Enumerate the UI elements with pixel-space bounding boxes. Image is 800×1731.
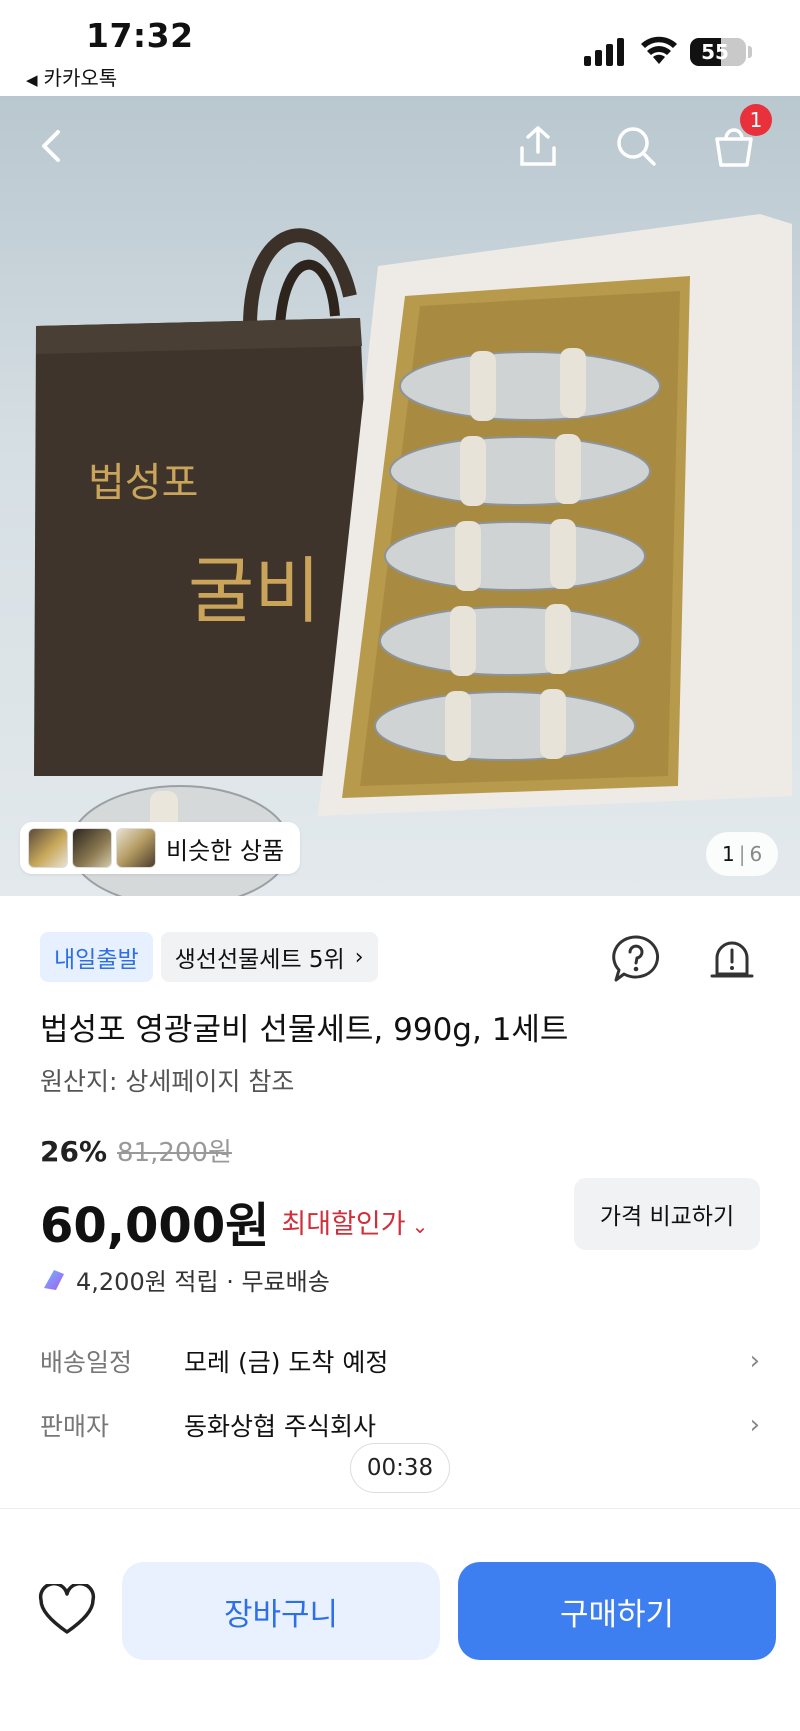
cart-count-badge: 1 — [740, 104, 772, 136]
original-price: 81,200원 — [117, 1138, 232, 1168]
max-discount-dropdown[interactable]: 최대할인가 ⌄ — [281, 1202, 428, 1241]
timer-badge: 00:38 — [350, 1443, 450, 1493]
wishlist-heart-icon[interactable] — [38, 1584, 96, 1636]
back-to-app-link[interactable]: ◀ 카카오톡 — [26, 62, 117, 91]
chevron-right-icon: › — [749, 1410, 760, 1440]
seller-key: 판매자 — [40, 1412, 110, 1441]
badge-row: 내일출발 생선선물세트 5위 › — [40, 932, 378, 982]
points-shipping-info: 4,200원 적립 · 무료배송 — [40, 1262, 330, 1297]
chevron-right-icon: › — [354, 944, 364, 970]
pager-separator: | — [738, 842, 746, 866]
compare-price-button[interactable]: 가격 비교하기 — [574, 1178, 760, 1250]
similar-thumb — [28, 828, 68, 868]
share-button[interactable] — [508, 116, 568, 176]
product-title: 법성포 영광굴비 선물세트, 990g, 1세트 — [40, 1012, 569, 1048]
delivery-schedule-value: 모레 (금) 도착 예정 — [184, 1348, 389, 1377]
origin-text: 원산지: 상세페이지 참조 — [40, 1067, 295, 1096]
chevron-down-icon: ⌄ — [411, 1213, 429, 1238]
question-icon[interactable] — [610, 934, 662, 984]
report-alarm-icon[interactable] — [708, 934, 756, 982]
max-discount-label: 최대할인가 — [281, 1208, 406, 1240]
clock: 17:32 — [86, 16, 194, 55]
back-triangle-icon: ◀ — [26, 71, 38, 89]
battery-tip — [748, 46, 752, 58]
buy-now-button[interactable]: 구매하기 — [458, 1562, 776, 1660]
rank-badge-label: 생선선물세트 5위 — [174, 947, 345, 973]
similar-thumb — [72, 828, 112, 868]
cellular-signal-icon — [584, 38, 624, 66]
similar-thumb — [116, 828, 156, 868]
points-coin-icon — [44, 1269, 64, 1290]
page-current: 1 — [722, 842, 735, 866]
price-row: 60,000원 최대할인가 ⌄ — [40, 1186, 428, 1256]
seller-value: 동화상협 주식회사 — [184, 1412, 376, 1441]
delivery-schedule-key: 배송일정 — [40, 1348, 133, 1377]
status-bar: 17:32 ◀ 카카오톡 55 — [0, 0, 800, 96]
bag-text-brand: 굴비 — [188, 549, 320, 633]
wifi-icon — [641, 36, 677, 64]
delivery-badge: 내일출발 — [40, 932, 153, 982]
image-pager: 1 | 6 — [706, 832, 779, 876]
bag-lettering: 법성포 굴비 — [88, 460, 320, 633]
battery-icon: 55 — [690, 38, 746, 66]
sale-price: 60,000원 — [40, 1198, 270, 1254]
bag-text-top: 법성포 — [88, 460, 198, 506]
rank-badge[interactable]: 생선선물세트 5위 › — [160, 932, 378, 982]
search-icon — [617, 127, 656, 166]
bottom-divider — [0, 1508, 800, 1509]
discount-percent: 26% — [40, 1135, 108, 1168]
delivery-schedule-row[interactable]: 배송일정 모레 (금) 도착 예정 › — [40, 1336, 760, 1386]
page-total: 6 — [749, 842, 763, 866]
battery-level: 55 — [701, 40, 729, 64]
discount-row: 26% 81,200원 — [40, 1132, 232, 1169]
search-button[interactable] — [606, 116, 666, 176]
share-icon — [520, 126, 556, 166]
chevron-right-icon: › — [749, 1346, 760, 1376]
back-app-label: 카카오톡 — [43, 66, 118, 90]
similar-products-button[interactable]: 비슷한 상품 — [20, 822, 301, 874]
similar-label: 비슷한 상품 — [166, 836, 285, 865]
points-text: 4,200원 적립 · 무료배송 — [76, 1268, 330, 1296]
add-to-cart-button[interactable]: 장바구니 — [122, 1562, 440, 1660]
